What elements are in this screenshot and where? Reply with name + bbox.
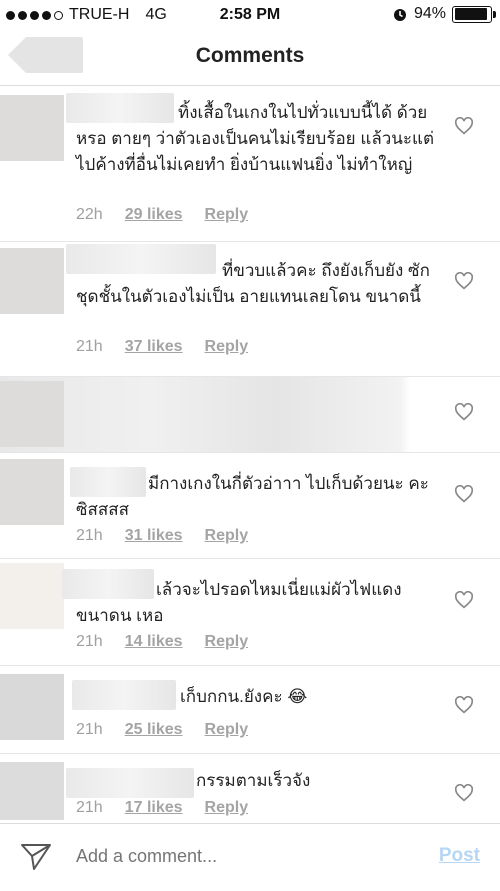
comment-text: เล้วจะไปรอดไหมเนี่ยแม่ผัวไฟแดง ขนาดน เหอ [76, 580, 402, 625]
comment-time: 21h [76, 799, 103, 816]
likes-link[interactable]: 31 likes [125, 527, 183, 545]
comment-text: ที่ขวบแล้วคะ ถึงยังเก็บยัง ซัก ชุดชั้นใน… [76, 261, 430, 306]
avatar[interactable] [0, 248, 64, 314]
comment-item: เล้วจะไปรอดไหมเนี่ยแม่ผัวไฟแดง ขนาดน เหอ… [0, 559, 500, 666]
comment-item: มีกางเกงในกี่ตัวอ่าาา ไปเก็บด้วยนะ คะซิส… [0, 453, 500, 559]
comment-meta: 22h 29 likes Reply [76, 206, 248, 224]
comment-meta: 21h 31 likes Reply [76, 527, 248, 545]
reply-button[interactable]: Reply [205, 633, 249, 651]
comment-input[interactable] [76, 846, 406, 867]
heart-icon[interactable] [454, 784, 474, 802]
comment-meta: 21h 25 likes Reply [76, 721, 248, 739]
reply-button[interactable]: Reply [205, 206, 249, 224]
comment-meta: 21h 14 likes Reply [76, 633, 248, 651]
comment-time: 21h [76, 338, 103, 355]
comment-time: 21h [76, 527, 103, 544]
comment-meta: 21h 17 likes Reply [76, 799, 248, 817]
comment-text: กรรมตามเร็วจัง [196, 771, 311, 790]
avatar[interactable] [0, 674, 64, 740]
avatar[interactable] [0, 381, 64, 447]
comment-item: ที่ขวบแล้วคะ ถึงยังเก็บยัง ซัก ชุดชั้นใน… [0, 242, 500, 377]
comment-time: 21h [76, 721, 103, 738]
comment-composer: Post [0, 823, 500, 891]
heart-icon[interactable] [454, 403, 474, 421]
likes-link[interactable]: 29 likes [125, 206, 183, 224]
alarm-icon [393, 9, 406, 21]
likes-link[interactable]: 14 likes [125, 633, 183, 651]
nav-bar: Comments [0, 30, 500, 86]
page-title: Comments [195, 44, 305, 67]
comment-item: เก็บกกน.ยังคะ 😂 21h 25 likes Reply [0, 666, 500, 754]
reply-button[interactable]: Reply [205, 527, 249, 545]
comment-meta: 21h 37 likes Reply [76, 338, 248, 356]
likes-link[interactable]: 37 likes [125, 338, 183, 356]
comment-item: ทิ้งเสื้อในเกงในไปทั่วแบบนี้ได้ ด้วยหรอ … [0, 87, 500, 242]
likes-link[interactable]: 25 likes [125, 721, 183, 739]
comment-time: 21h [76, 633, 103, 650]
comment-text: ทิ้งเสื้อในเกงในไปทั่วแบบนี้ได้ ด้วยหรอ … [76, 103, 435, 174]
reply-button[interactable]: Reply [205, 721, 249, 739]
comment-text: มีกางเกงในกี่ตัวอ่าาา ไปเก็บด้วยนะ คะซิส… [76, 474, 429, 519]
heart-icon[interactable] [454, 117, 474, 135]
reply-button[interactable]: Reply [205, 799, 249, 817]
heart-icon[interactable] [454, 591, 474, 609]
status-bar: TRUE-H 4G 2:58 PM 94% [0, 0, 500, 30]
status-right: 94% [392, 5, 496, 23]
comment-item: กรรมตามเร็วจัง 21h 17 likes Reply [0, 754, 500, 823]
battery-icon [452, 5, 496, 23]
send-icon[interactable] [20, 842, 52, 872]
heart-icon[interactable] [454, 272, 474, 290]
reply-button[interactable]: Reply [205, 338, 249, 356]
post-button[interactable]: Post [439, 845, 480, 867]
heart-icon[interactable] [454, 696, 474, 714]
likes-link[interactable]: 17 likes [125, 799, 183, 817]
comment-text: เก็บกกน.ยังคะ 😂 [180, 687, 308, 706]
heart-icon[interactable] [454, 485, 474, 503]
avatar[interactable] [0, 459, 64, 525]
comment-time: 22h [76, 206, 103, 223]
avatar[interactable] [0, 762, 64, 820]
avatar[interactable] [0, 95, 64, 161]
avatar[interactable] [0, 563, 64, 629]
comment-item [0, 377, 500, 453]
battery-percent: 94% [413, 5, 446, 22]
